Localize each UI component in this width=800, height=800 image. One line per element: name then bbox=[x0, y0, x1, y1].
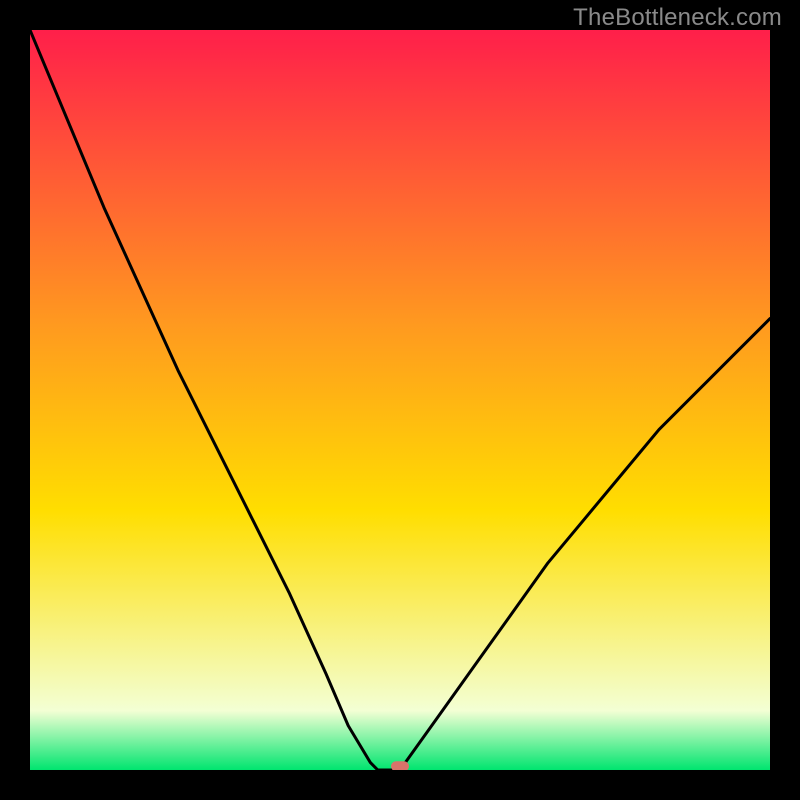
watermark-text: TheBottleneck.com bbox=[573, 4, 782, 32]
gradient-background bbox=[30, 30, 770, 770]
chart-svg bbox=[30, 30, 770, 770]
chart-frame: TheBottleneck.com bbox=[0, 0, 800, 800]
plot-area bbox=[30, 30, 770, 770]
minimum-marker bbox=[391, 761, 409, 770]
